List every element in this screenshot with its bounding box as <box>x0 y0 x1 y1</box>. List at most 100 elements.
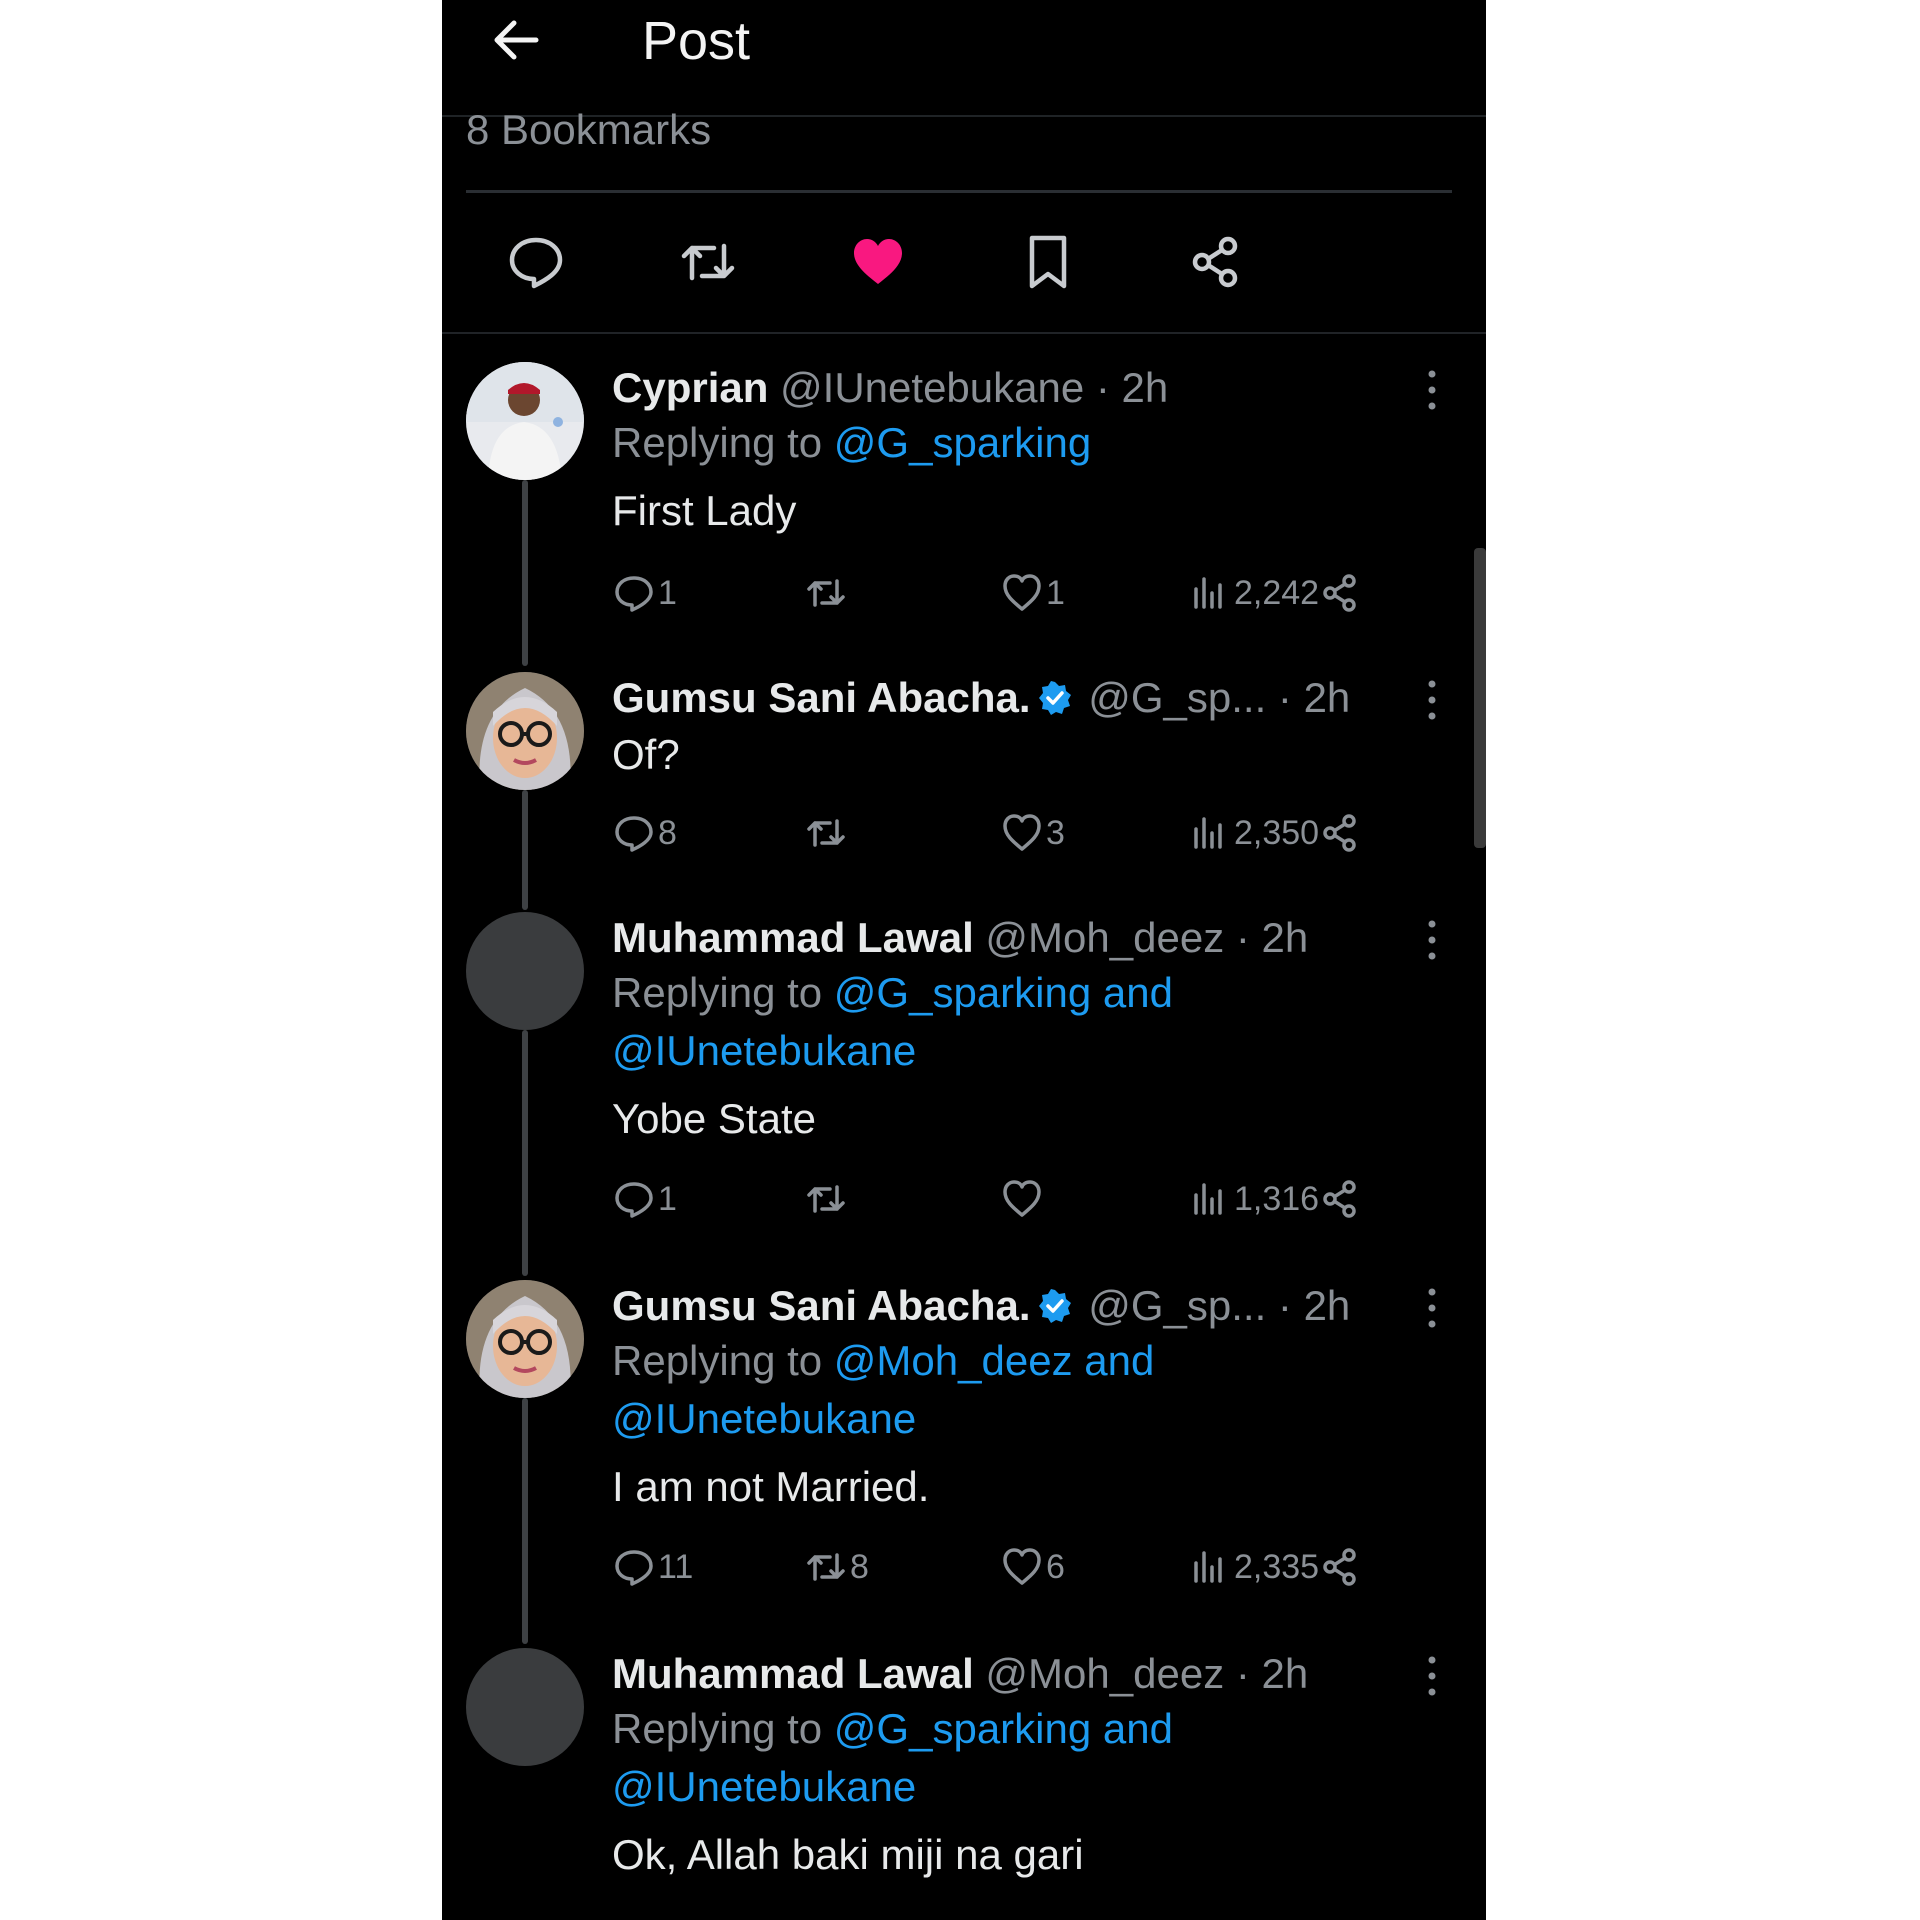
tweet-text: Of? <box>612 731 680 778</box>
retweet-stat[interactable] <box>804 808 850 858</box>
heart-icon <box>1003 1548 1041 1585</box>
mention-link[interactable]: @IUnetebukane <box>612 1763 916 1810</box>
share-icon <box>1323 814 1356 852</box>
replying-to: Replying to @G_sparking <box>612 419 1092 466</box>
app-screen: Post 8 Bookmarks Cyprian @IUnetebukane ·… <box>442 0 1486 1920</box>
heart-icon <box>1003 814 1041 851</box>
mention-link[interactable]: @G_sparking <box>834 419 1091 466</box>
tweet-header: Gumsu Sani Abacha. @G_sp... · 2h <box>612 1280 1350 1332</box>
user-name[interactable]: Gumsu Sani Abacha. <box>612 1282 1031 1329</box>
tweet-text: First Lady <box>612 487 797 534</box>
analytics-icon <box>1194 1183 1222 1215</box>
share-button[interactable] <box>1176 222 1256 302</box>
back-arrow-icon[interactable] <box>488 12 544 68</box>
bookmark-icon <box>1029 235 1067 289</box>
comment-icon <box>509 237 563 289</box>
user-handle[interactable]: @G_sp... <box>1088 1282 1266 1329</box>
user-name[interactable]: Cyprian <box>612 364 768 411</box>
like-button[interactable] <box>838 222 918 302</box>
tweet-header: Cyprian @IUnetebukane · 2h <box>612 362 1168 414</box>
like-stat[interactable] <box>1000 1174 1046 1224</box>
post-action-bar <box>442 222 1486 302</box>
share-icon <box>1192 236 1238 288</box>
avatar[interactable] <box>466 1280 584 1398</box>
analytics-icon <box>1194 1551 1222 1583</box>
divider <box>442 332 1486 334</box>
avatar[interactable] <box>466 912 584 1030</box>
more-options-icon[interactable] <box>1424 1654 1440 1698</box>
timestamp[interactable]: · 2h <box>1278 674 1350 721</box>
share-stat[interactable] <box>1318 1174 1364 1224</box>
thread-line <box>522 1398 528 1644</box>
like-stat[interactable]: 3 <box>1000 808 1065 858</box>
tweet-stats: 11 8 6 2,335 <box>612 1542 1412 1592</box>
comment-icon <box>615 1550 653 1586</box>
views-stat[interactable]: 1,316 <box>1188 1174 1319 1224</box>
bookmarks-count[interactable]: 8 Bookmarks <box>466 102 711 158</box>
tweet-text: Ok, Allah baki miji na gari <box>612 1831 1084 1878</box>
like-stat[interactable]: 6 <box>1000 1542 1065 1592</box>
retweet-icon <box>807 819 845 847</box>
more-options-icon[interactable] <box>1424 678 1440 722</box>
mention-link[interactable]: @IUnetebukane <box>612 1027 916 1074</box>
more-options-icon[interactable] <box>1424 368 1440 412</box>
user-name[interactable]: Muhammad Lawal <box>612 914 974 961</box>
tweet-header: Gumsu Sani Abacha. @G_sp... · 2h <box>612 672 1350 724</box>
share-stat[interactable] <box>1318 1542 1364 1592</box>
reply-stat[interactable]: 11 <box>612 1542 693 1592</box>
timestamp[interactable]: · 2h <box>1278 1282 1350 1329</box>
share-icon <box>1323 574 1356 612</box>
mention-link[interactable]: @IUnetebukane <box>612 1395 916 1442</box>
views-stat[interactable]: 2,242 <box>1188 568 1319 618</box>
retweet-button[interactable] <box>668 222 748 302</box>
user-handle[interactable]: @IUnetebukane <box>780 364 1084 411</box>
retweet-stat[interactable] <box>804 568 850 618</box>
retweet-icon <box>807 579 845 607</box>
user-name[interactable]: Gumsu Sani Abacha. <box>612 674 1031 721</box>
mention-link[interactable]: @G_sparking and <box>834 1705 1173 1752</box>
user-handle[interactable]: @Moh_deez <box>985 1650 1224 1697</box>
user-handle[interactable]: @G_sp... <box>1088 674 1266 721</box>
comment-icon <box>615 1182 653 1218</box>
reply-stat[interactable]: 1 <box>612 568 677 618</box>
replying-to: Replying to @G_sparking and @IUnetebukane <box>612 1705 1173 1810</box>
reply-stat[interactable]: 1 <box>612 1174 677 1224</box>
mention-link[interactable]: @G_sparking and <box>834 969 1173 1016</box>
retweet-stat[interactable]: 8 <box>804 1542 869 1592</box>
more-options-icon[interactable] <box>1424 1286 1440 1330</box>
share-icon <box>1323 1180 1356 1218</box>
analytics-icon <box>1194 577 1222 609</box>
replying-to: Replying to @Moh_deez and @IUnetebukane <box>612 1337 1155 1442</box>
retweet-icon <box>807 1553 845 1581</box>
user-name[interactable]: Muhammad Lawal <box>612 1650 974 1697</box>
avatar[interactable] <box>466 1648 584 1766</box>
reply-stat[interactable]: 8 <box>612 808 677 858</box>
user-handle[interactable]: @Moh_deez <box>985 914 1224 961</box>
like-stat[interactable]: 1 <box>1000 568 1065 618</box>
more-options-icon[interactable] <box>1424 918 1440 962</box>
retweet-stat[interactable] <box>804 1174 850 1224</box>
timestamp[interactable]: · 2h <box>1236 914 1308 961</box>
analytics-icon <box>1194 817 1222 849</box>
timestamp[interactable]: · 2h <box>1236 1650 1308 1697</box>
avatar[interactable] <box>466 362 584 480</box>
tweet-header: Muhammad Lawal @Moh_deez · 2h <box>612 1648 1308 1700</box>
share-stat[interactable] <box>1318 568 1364 618</box>
avatar[interactable] <box>466 672 584 790</box>
tweet-stats: 1 1 2,242 <box>612 568 1412 618</box>
timestamp[interactable]: · 2h <box>1096 364 1168 411</box>
bookmark-button[interactable] <box>1008 222 1088 302</box>
views-stat[interactable]: 2,350 <box>1188 808 1319 858</box>
mention-link[interactable]: @Moh_deez and <box>834 1337 1155 1384</box>
views-stat[interactable]: 2,335 <box>1188 1542 1319 1592</box>
scrollbar[interactable] <box>1474 548 1486 848</box>
thread-line <box>522 790 528 910</box>
thread-line <box>522 1030 528 1276</box>
tweet-header: Muhammad Lawal @Moh_deez · 2h <box>612 912 1308 964</box>
divider <box>466 190 1452 193</box>
reply-button[interactable] <box>496 222 576 302</box>
share-stat[interactable] <box>1318 808 1364 858</box>
replying-to: Replying to @G_sparking and @IUnetebukane <box>612 969 1173 1074</box>
retweet-icon <box>681 243 735 281</box>
verified-badge-icon <box>1038 681 1071 715</box>
